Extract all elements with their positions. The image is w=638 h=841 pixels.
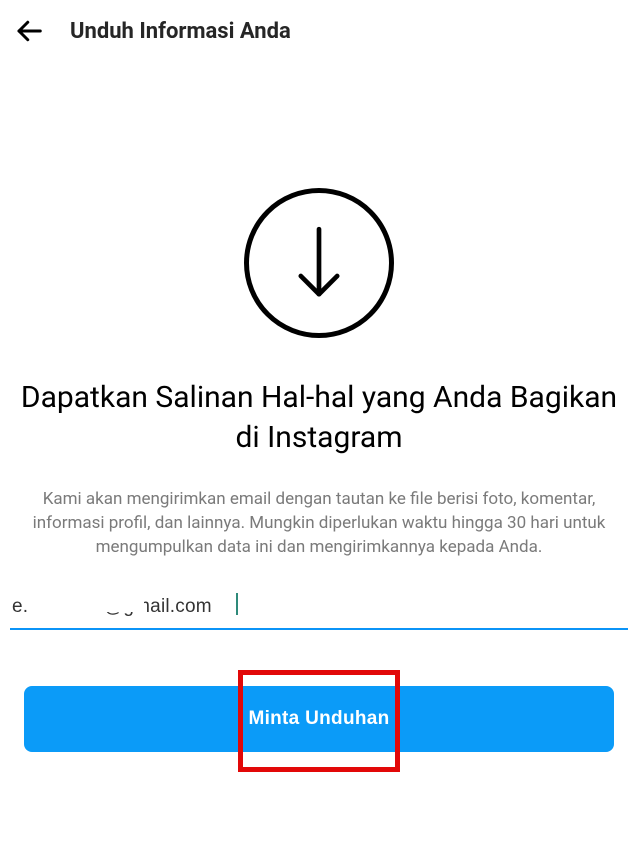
download-circle-icon bbox=[244, 188, 394, 338]
main-heading: Dapatkan Salinan Hal-hal yang Anda Bagik… bbox=[18, 378, 620, 458]
arrow-left-icon bbox=[14, 16, 44, 46]
back-button[interactable] bbox=[12, 14, 46, 48]
page-title: Unduh Informasi Anda bbox=[70, 19, 291, 44]
email-row bbox=[10, 590, 628, 630]
redaction-overlay bbox=[30, 596, 144, 612]
main-description: Kami akan mengirimkan email dengan tauta… bbox=[10, 488, 628, 559]
request-download-button[interactable]: Minta Unduhan bbox=[24, 686, 614, 752]
header: Unduh Informasi Anda bbox=[0, 0, 638, 58]
arrow-down-icon bbox=[287, 224, 351, 302]
text-cursor bbox=[236, 593, 238, 615]
content: Dapatkan Salinan Hal-hal yang Anda Bagik… bbox=[0, 188, 638, 752]
cta-wrap: Minta Unduhan bbox=[24, 686, 614, 752]
